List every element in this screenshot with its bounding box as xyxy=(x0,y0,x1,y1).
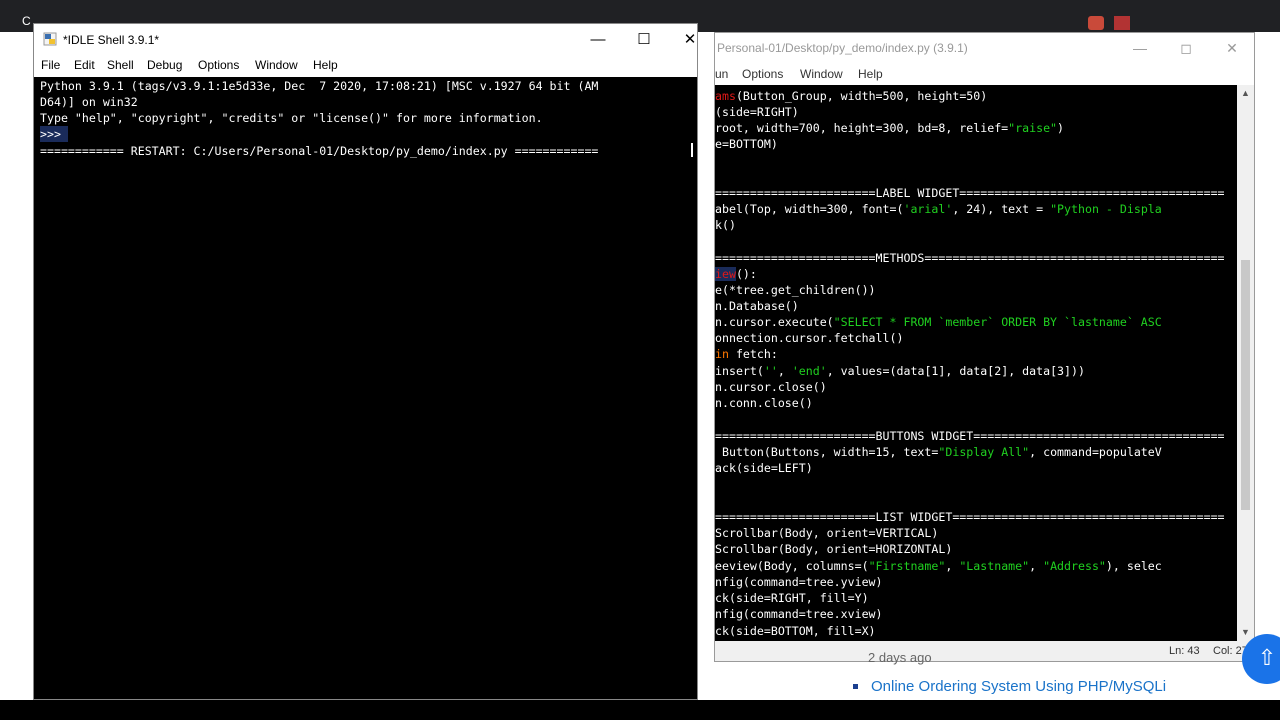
code-line: e=BOTTOM) xyxy=(715,137,778,151)
code-line: =======================METHODS==========… xyxy=(715,251,1225,265)
menu-options[interactable]: Options xyxy=(198,58,239,72)
code-line: ck(side=BOTTOM, fill=X) xyxy=(715,624,876,638)
menu-help[interactable]: Help xyxy=(858,67,883,81)
code-line: e(*tree.get_children()) xyxy=(715,283,876,297)
idle-shell-window: *IDLE Shell 3.9.1* — ☐ ✕ File Edit Shell… xyxy=(33,23,698,700)
code-editor[interactable]: ams(Button_Group, width=500, height=50) … xyxy=(715,85,1237,641)
post-link[interactable]: Online Ordering System Using PHP/MySQLi xyxy=(871,678,1166,695)
code-line: onnection.cursor.fetchall() xyxy=(715,331,904,345)
menu-shell[interactable]: Shell xyxy=(107,58,134,72)
code-line: nfig(command=tree.yview) xyxy=(715,575,883,589)
code-line: n.cursor.execute("SELECT * FROM `member`… xyxy=(715,315,1162,329)
scroll-up-icon[interactable]: ▲ xyxy=(1237,85,1254,102)
code-line: n.cursor.close() xyxy=(715,380,827,394)
python-idle-icon xyxy=(43,32,57,46)
browser-extension-icons xyxy=(1088,14,1148,32)
minimize-icon[interactable]: — xyxy=(575,27,621,53)
code-line: ack(side=LEFT) xyxy=(715,461,813,475)
console-line: D64)] on win32 xyxy=(40,95,138,109)
code-line: =======================BUTTONS WIDGET===… xyxy=(715,429,1225,443)
menu-options[interactable]: Options xyxy=(742,67,783,81)
shell-titlebar[interactable]: *IDLE Shell 3.9.1* — ☐ ✕ xyxy=(34,24,697,55)
restart-line: ============ RESTART: C:/Users/Personal-… xyxy=(40,144,599,158)
menu-help[interactable]: Help xyxy=(313,58,338,72)
browser-tab-fragment[interactable]: C xyxy=(22,14,31,28)
minimize-icon[interactable]: — xyxy=(1120,37,1160,59)
editor-statusbar: Ln: 43 Col: 27 xyxy=(715,641,1254,661)
code-line: root, width=700, height=300, bd=8, relie… xyxy=(715,121,1065,135)
code-line: insert('', 'end', values=(data[1], data[… xyxy=(715,364,1085,378)
menu-run[interactable]: un xyxy=(715,67,728,81)
shell-menubar: File Edit Shell Debug Options Window Hel… xyxy=(34,55,697,77)
code-line: =======================LIST WIDGET======… xyxy=(715,510,1225,524)
console-line: Python 3.9.1 (tags/v3.9.1:1e5d33e, Dec 7… xyxy=(40,79,599,93)
code-line: n.Database() xyxy=(715,299,799,313)
code-line: abel(Top, width=300, font=('arial', 24),… xyxy=(715,202,1162,216)
editor-scrollbar[interactable]: ▲ ▼ xyxy=(1237,85,1254,641)
code-line: iew(): xyxy=(715,267,757,281)
shell-prompt: >>> xyxy=(40,126,68,142)
maximize-icon[interactable]: ☐ xyxy=(621,27,667,53)
list-bullet xyxy=(853,684,858,689)
code-line: Scrollbar(Body, orient=HORIZONTAL) xyxy=(715,542,953,556)
editor-title: Personal-01/Desktop/py_demo/index.py (3.… xyxy=(717,41,968,55)
code-line: in fetch: xyxy=(715,347,778,361)
line-number: Ln: 43 xyxy=(1169,645,1200,657)
scrollbar-thumb[interactable] xyxy=(1241,260,1250,510)
code-line: eeview(Body, columns=("Firstname", "Last… xyxy=(715,559,1162,573)
menu-window[interactable]: Window xyxy=(255,58,298,72)
extension-icon[interactable] xyxy=(1088,16,1104,30)
maximize-icon[interactable]: ◻ xyxy=(1166,37,1206,59)
close-icon[interactable]: ✕ xyxy=(1212,37,1252,59)
post-date: 2 days ago xyxy=(868,650,932,665)
browser-page-content: 2 days ago Online Ordering System Using … xyxy=(714,650,1280,700)
editor-titlebar[interactable]: Personal-01/Desktop/py_demo/index.py (3.… xyxy=(715,33,1254,63)
code-line: =======================LABEL WIDGET=====… xyxy=(715,186,1225,200)
code-line: n.conn.close() xyxy=(715,396,813,410)
editor-menubar: un Options Window Help xyxy=(715,63,1254,85)
shell-console[interactable]: Python 3.9.1 (tags/v3.9.1:1e5d33e, Dec 7… xyxy=(34,77,697,699)
menu-edit[interactable]: Edit xyxy=(74,58,95,72)
console-line: Type "help", "copyright", "credits" or "… xyxy=(40,111,543,125)
code-line: nfig(command=tree.xview) xyxy=(715,607,883,621)
taskbar xyxy=(0,700,1280,720)
menu-file[interactable]: File xyxy=(41,58,60,72)
code-line: ck(side=RIGHT, fill=Y) xyxy=(715,591,869,605)
menu-window[interactable]: Window xyxy=(800,67,843,81)
shell-title: *IDLE Shell 3.9.1* xyxy=(63,33,160,47)
editor-window: Personal-01/Desktop/py_demo/index.py (3.… xyxy=(714,32,1255,662)
extension-icon[interactable] xyxy=(1114,16,1130,30)
code-line: k() xyxy=(715,218,736,232)
close-icon[interactable]: ✕ xyxy=(667,27,713,53)
code-line: Scrollbar(Body, orient=VERTICAL) xyxy=(715,526,939,540)
code-line: (side=RIGHT) xyxy=(715,105,799,119)
code-line: ams(Button_Group, width=500, height=50) xyxy=(715,89,988,103)
code-line: Button(Buttons, width=15, text="Display … xyxy=(715,445,1162,459)
menu-debug[interactable]: Debug xyxy=(147,58,182,72)
text-cursor xyxy=(691,143,693,157)
